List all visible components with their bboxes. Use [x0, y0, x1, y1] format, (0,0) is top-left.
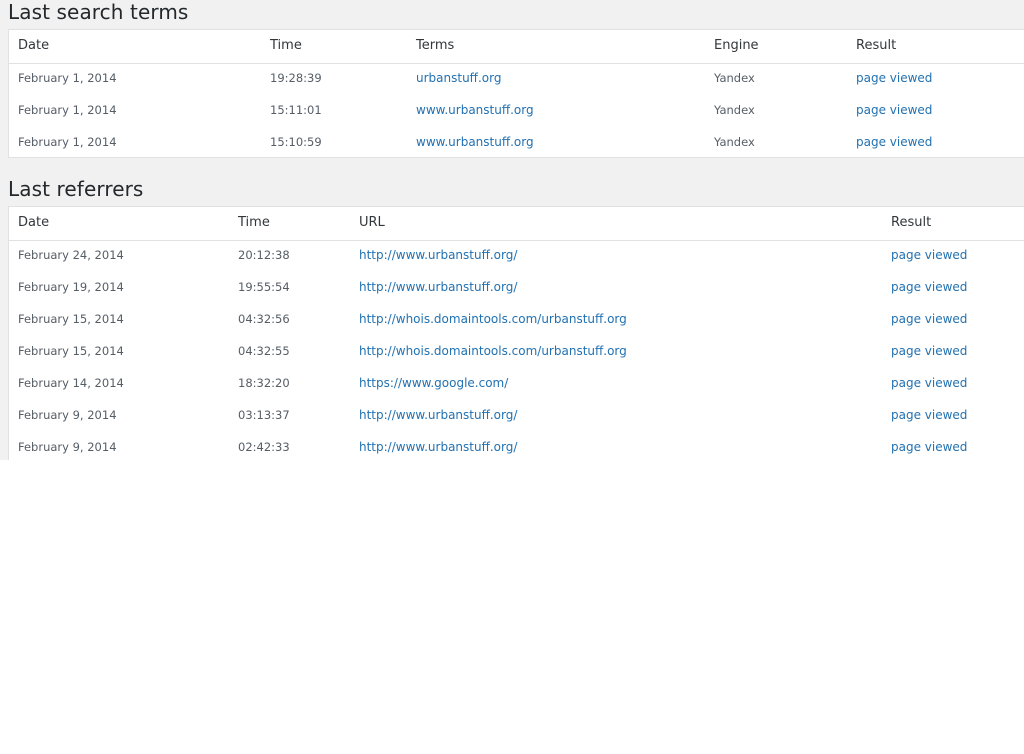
table-row: February 24, 2014 20:12:38 http://www.ur… — [9, 240, 1024, 272]
page-viewed-link[interactable]: page viewed — [856, 103, 932, 117]
column-header-time: Time — [270, 38, 302, 53]
cell-engine: Yandex — [714, 103, 755, 117]
cell-time: 03:13:37 — [238, 408, 290, 422]
cell-date: February 24, 2014 — [18, 248, 124, 262]
table-row: February 14, 2014 18:32:20 https://www.g… — [9, 368, 1024, 400]
page-viewed-link[interactable]: page viewed — [891, 376, 967, 390]
page-viewed-link[interactable]: page viewed — [891, 312, 967, 326]
table-row: February 15, 2014 04:32:55 http://whois.… — [9, 336, 1024, 368]
page-viewed-link[interactable]: page viewed — [856, 71, 932, 85]
page-viewed-link[interactable]: page viewed — [856, 135, 932, 149]
column-header-date: Date — [18, 38, 50, 53]
cell-date: February 1, 2014 — [18, 103, 117, 117]
cell-engine: Yandex — [714, 135, 755, 149]
cell-time: 02:42:33 — [238, 440, 290, 454]
page-viewed-link[interactable]: page viewed — [891, 248, 967, 262]
page-viewed-link[interactable]: page viewed — [891, 440, 967, 454]
column-header-result: Result — [891, 215, 932, 230]
cell-date: February 1, 2014 — [18, 135, 117, 149]
table-row: February 9, 2014 02:42:33 http://www.urb… — [9, 432, 1024, 460]
cell-time: 15:11:01 — [270, 103, 322, 117]
column-header-url: URL — [359, 215, 385, 230]
referrer-url-link[interactable]: http://www.urbanstuff.org/ — [359, 440, 517, 454]
table-row: February 19, 2014 19:55:54 http://www.ur… — [9, 272, 1024, 304]
cell-engine: Yandex — [714, 71, 755, 85]
cell-time: 18:32:20 — [238, 376, 290, 390]
referrers-title: Last referrers — [8, 177, 144, 201]
table-row: February 1, 2014 15:10:59 www.urbanstuff… — [9, 127, 1024, 159]
search-term-link[interactable]: www.urbanstuff.org — [416, 103, 534, 117]
referrer-url-link[interactable]: http://www.urbanstuff.org/ — [359, 248, 517, 262]
cell-time: 19:55:54 — [238, 280, 290, 294]
referrer-url-link[interactable]: http://whois.domaintools.com/urbanstuff.… — [359, 312, 627, 326]
table-row: February 15, 2014 04:32:56 http://whois.… — [9, 304, 1024, 336]
search-terms-title: Last search terms — [8, 0, 189, 24]
cell-date: February 19, 2014 — [18, 280, 124, 294]
page-viewed-link[interactable]: page viewed — [891, 344, 967, 358]
cell-date: February 15, 2014 — [18, 312, 124, 326]
cell-time: 15:10:59 — [270, 135, 322, 149]
cell-date: February 14, 2014 — [18, 376, 124, 390]
column-header-time: Time — [238, 215, 270, 230]
referrer-url-link[interactable]: http://www.urbanstuff.org/ — [359, 408, 517, 422]
table-row: February 9, 2014 03:13:37 http://www.urb… — [9, 400, 1024, 432]
cell-date: February 9, 2014 — [18, 440, 117, 454]
search-terms-table: Date Time Terms Engine Result February 1… — [8, 29, 1024, 158]
referrer-url-link[interactable]: http://www.urbanstuff.org/ — [359, 280, 517, 294]
column-header-engine: Engine — [714, 38, 759, 53]
referrer-url-link[interactable]: https://www.google.com/ — [359, 376, 508, 390]
cell-date: February 9, 2014 — [18, 408, 117, 422]
search-term-link[interactable]: urbanstuff.org — [416, 71, 501, 85]
cell-time: 04:32:56 — [238, 312, 290, 326]
cell-time: 20:12:38 — [238, 248, 290, 262]
page-viewed-link[interactable]: page viewed — [891, 408, 967, 422]
cell-time: 19:28:39 — [270, 71, 322, 85]
cell-date: February 1, 2014 — [18, 71, 117, 85]
cell-date: February 15, 2014 — [18, 344, 124, 358]
page-viewed-link[interactable]: page viewed — [891, 280, 967, 294]
admin-content-area: Last search terms Date Time Terms Engine… — [0, 0, 1024, 460]
table-row: February 1, 2014 15:11:01 www.urbanstuff… — [9, 95, 1024, 127]
column-header-terms: Terms — [416, 38, 455, 53]
search-terms-header-row: Date Time Terms Engine Result — [9, 30, 1024, 64]
search-term-link[interactable]: www.urbanstuff.org — [416, 135, 534, 149]
column-header-date: Date — [18, 215, 50, 230]
referrers-header-row: Date Time URL Result — [9, 207, 1024, 241]
referrers-table: Date Time URL Result February 24, 2014 2… — [8, 206, 1024, 460]
cell-time: 04:32:55 — [238, 344, 290, 358]
column-header-result: Result — [856, 38, 897, 53]
referrer-url-link[interactable]: http://whois.domaintools.com/urbanstuff.… — [359, 344, 627, 358]
table-row: February 1, 2014 19:28:39 urbanstuff.org… — [9, 63, 1024, 95]
